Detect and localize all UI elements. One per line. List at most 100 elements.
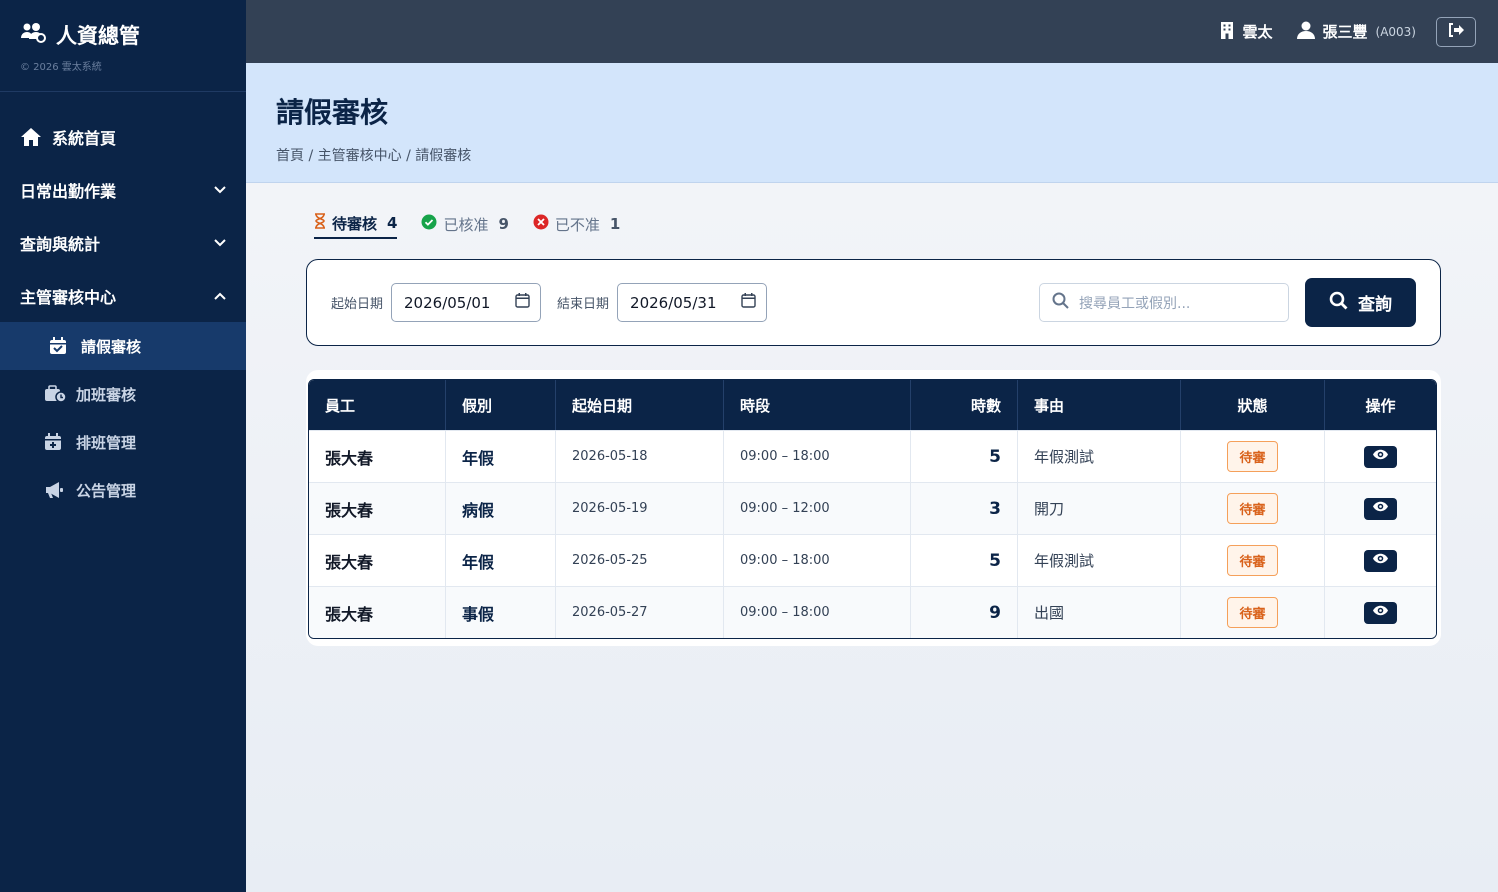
page-header: 請假審核 首頁 / 主管審核中心 / 請假審核 (246, 63, 1498, 183)
sidebar-item-label: 公告管理 (76, 481, 137, 500)
eye-icon (1372, 449, 1389, 464)
sidebar-item-query-stats[interactable]: 查詢與統計 (0, 216, 246, 269)
search-icon (1052, 292, 1069, 313)
leave-type-cell: 病假 (446, 482, 556, 534)
tab-label: 已核准 (443, 215, 489, 234)
period-cell: 09:00 – 12:00 (724, 482, 911, 534)
logout-button[interactable] (1436, 16, 1476, 47)
topbar: 雲太 張三豐 (A003) (246, 0, 1498, 63)
user-indicator: 張三豐 (A003) (1296, 21, 1416, 43)
view-button[interactable] (1364, 601, 1397, 624)
hours-cell: 5 (911, 534, 1018, 586)
sidebar-nav: 系統首頁 日常出勤作業 查詢與統計 主管審核中心 請假審核 加班審核 排班管理 … (0, 92, 246, 514)
leave-type-cell: 年假 (446, 430, 556, 482)
sidebar-item-label: 加班審核 (76, 385, 137, 404)
view-button[interactable] (1364, 445, 1397, 468)
employee-cell: 張大春 (309, 534, 446, 586)
sidebar-item-leave-review[interactable]: 請假審核 (0, 322, 246, 370)
leave-type-cell: 年假 (446, 534, 556, 586)
status-badge: 待審 (1227, 597, 1278, 628)
actions-cell (1325, 534, 1436, 586)
sidebar-item-label: 請假審核 (81, 337, 142, 356)
employee-cell: 張大春 (309, 430, 446, 482)
leave-table: 員工 假別 起始日期 時段 時數 事由 狀態 操作 張大春 年假 2026-05… (308, 379, 1437, 639)
view-button[interactable] (1364, 497, 1397, 520)
column-header-reason: 事由 (1018, 380, 1181, 430)
briefcase-clock-icon (44, 385, 66, 403)
view-button[interactable] (1364, 549, 1397, 572)
hours-cell: 5 (911, 430, 1018, 482)
x-circle-icon (533, 214, 549, 234)
logout-icon (1448, 22, 1464, 41)
chevron-down-icon (214, 237, 226, 249)
column-header-status: 狀態 (1181, 380, 1325, 430)
calendar-icon[interactable] (741, 293, 756, 312)
tab-approved[interactable]: 已核准 9 (421, 209, 509, 239)
tab-count: 4 (387, 214, 398, 232)
column-header-actions: 操作 (1325, 380, 1436, 430)
chevron-down-icon (214, 184, 226, 196)
period-cell: 09:00 – 18:00 (724, 586, 911, 638)
tab-pending[interactable]: 待審核 4 (314, 209, 398, 239)
table-row: 張大春 年假 2026-05-18 09:00 – 18:00 5 年假測試 待… (309, 430, 1436, 482)
status-cell: 待審 (1181, 534, 1325, 586)
company-indicator: 雲太 (1220, 21, 1273, 43)
reason-cell: 年假測試 (1018, 534, 1181, 586)
sidebar-item-overtime-review[interactable]: 加班審核 (0, 370, 246, 418)
eye-icon (1372, 605, 1389, 620)
search-placeholder: 搜尋員工或假別... (1079, 295, 1191, 312)
tab-count: 9 (498, 215, 509, 233)
sidebar-item-schedule[interactable]: 排班管理 (0, 418, 246, 466)
status-cell: 待審 (1181, 586, 1325, 638)
actions-cell (1325, 482, 1436, 534)
sidebar-item-daily-attendance[interactable]: 日常出勤作業 (0, 163, 246, 216)
start-date-cell: 2026-05-19 (556, 482, 724, 534)
eye-icon (1372, 501, 1389, 516)
breadcrumb: 首頁 / 主管審核中心 / 請假審核 (276, 148, 472, 164)
actions-cell (1325, 586, 1436, 638)
start-date-value: 2026/05/01 (404, 293, 491, 312)
sidebar-item-home[interactable]: 系統首頁 (0, 110, 246, 163)
column-header-start-date: 起始日期 (556, 380, 724, 430)
column-header-employee: 員工 (309, 380, 446, 430)
tab-rejected[interactable]: 已不准 1 (533, 209, 620, 239)
query-button-label: 查詢 (1358, 295, 1392, 315)
search-icon (1329, 291, 1348, 315)
sidebar-item-label: 日常出勤作業 (20, 181, 117, 201)
reason-cell: 年假測試 (1018, 430, 1181, 482)
sidebar-item-label: 主管審核中心 (20, 287, 117, 307)
status-badge: 待審 (1227, 545, 1278, 576)
calendar-check-icon (49, 337, 71, 355)
check-circle-icon (421, 214, 437, 234)
sidebar-item-label: 查詢與統計 (20, 234, 101, 254)
users-icon (20, 22, 46, 48)
filter-panel: 起始日期 2026/05/01 結束日期 2026/05/31 搜尋員工或假別.… (306, 259, 1441, 346)
chevron-up-icon (214, 290, 226, 302)
company-name: 雲太 (1242, 23, 1273, 41)
column-header-period: 時段 (724, 380, 911, 430)
sidebar: 人資總管 © 2026 雲太系統 系統首頁 日常出勤作業 查詢與統計 主管審核中… (0, 0, 246, 892)
column-header-leave-type: 假別 (446, 380, 556, 430)
status-tabs: 待審核 4 已核准 9 已不准 1 (314, 209, 620, 239)
period-cell: 09:00 – 18:00 (724, 430, 911, 482)
end-date-input[interactable]: 2026/05/31 (617, 283, 768, 322)
brand: 人資總管 © 2026 雲太系統 (0, 0, 246, 92)
sidebar-item-manager-review[interactable]: 主管審核中心 (0, 269, 246, 322)
tab-label: 已不准 (554, 215, 600, 234)
sidebar-item-label: 排班管理 (76, 433, 137, 452)
tab-label: 待審核 (332, 214, 378, 233)
eye-icon (1372, 553, 1389, 568)
end-date-value: 2026/05/31 (630, 293, 717, 312)
megaphone-icon (44, 481, 66, 499)
start-date-input[interactable]: 2026/05/01 (391, 283, 542, 322)
user-name: 張三豐 (1322, 23, 1368, 41)
start-date-cell: 2026-05-27 (556, 586, 724, 638)
calendar-icon[interactable] (515, 293, 530, 312)
query-button[interactable]: 查詢 (1305, 278, 1416, 327)
table-row: 張大春 年假 2026-05-25 09:00 – 18:00 5 年假測試 待… (309, 534, 1436, 586)
sidebar-item-announcements[interactable]: 公告管理 (0, 466, 246, 514)
reason-cell: 開刀 (1018, 482, 1181, 534)
table-row: 張大春 事假 2026-05-27 09:00 – 18:00 9 出國 待審 (309, 586, 1436, 638)
status-cell: 待審 (1181, 430, 1325, 482)
search-input[interactable]: 搜尋員工或假別... (1039, 283, 1289, 322)
